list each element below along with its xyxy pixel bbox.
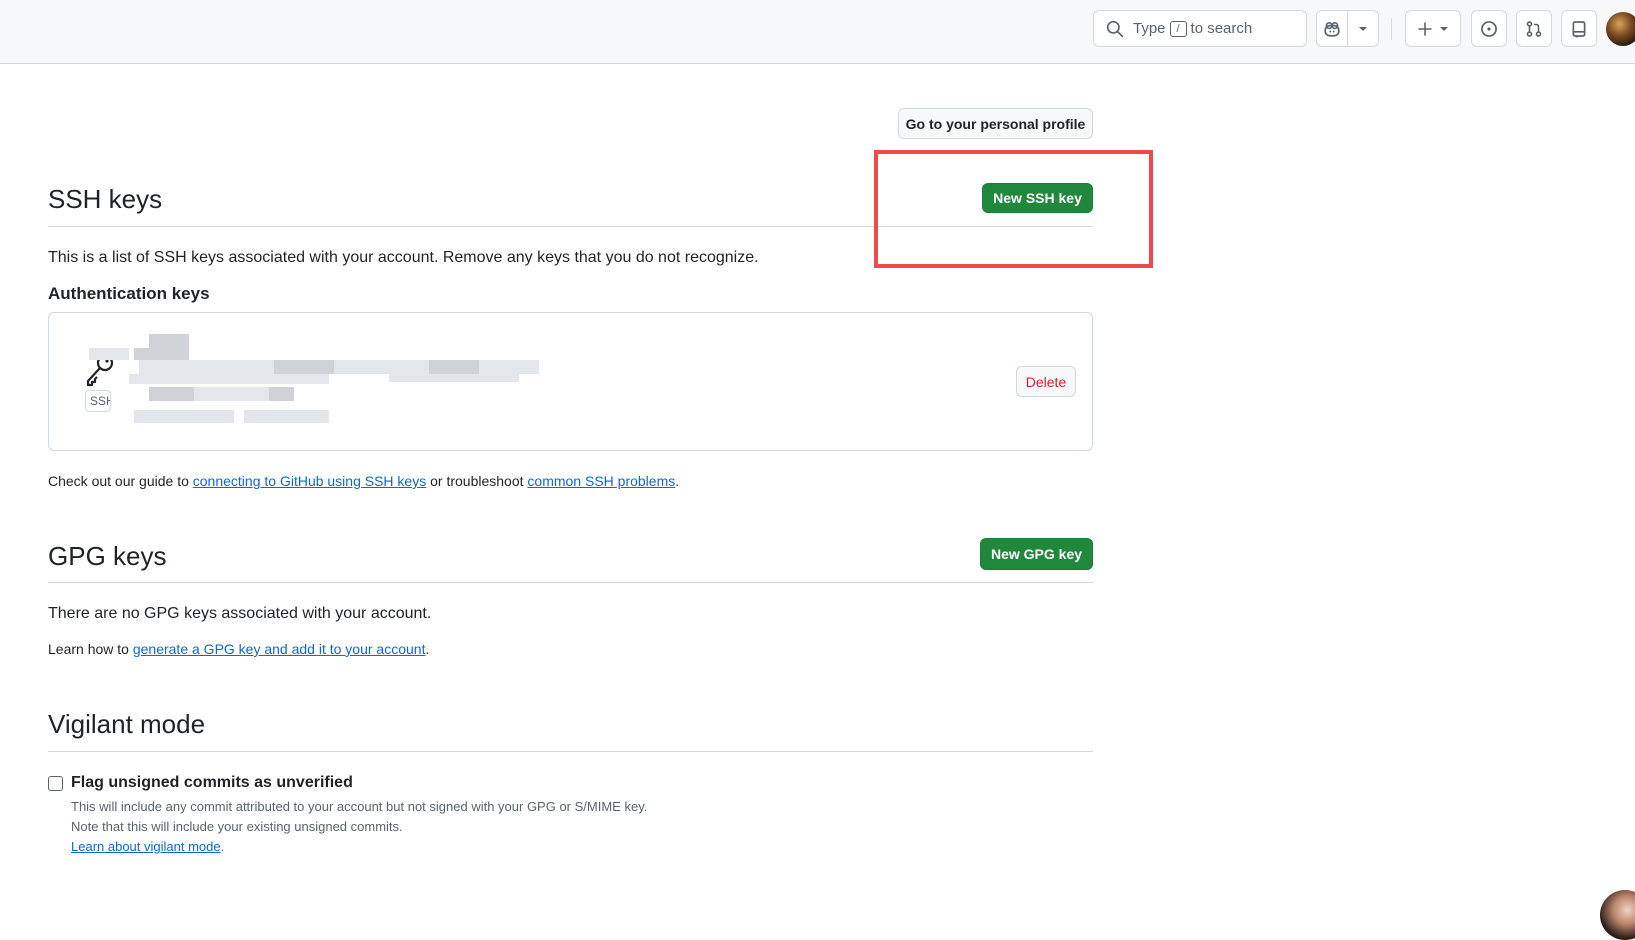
ssh-guide-text: Check out our guide to connecting to Git…: [48, 473, 679, 489]
ssh-description: This is a list of SSH keys associated wi…: [48, 249, 759, 266]
inbox-button[interactable]: [1561, 10, 1597, 47]
ssh-key-type-badge: SSH: [85, 390, 111, 412]
vigilant-learn-text: Learn about vigilant mode.: [71, 839, 224, 854]
ssh-guide-middle: or troubleshoot: [426, 473, 528, 489]
gpg-keys-title: GPG keys: [48, 541, 167, 571]
vigilant-note-2: Note that this will include your existin…: [71, 819, 403, 834]
triangle-down-icon: [1359, 26, 1368, 31]
pull-requests-button[interactable]: [1516, 10, 1552, 47]
common-ssh-problems-link[interactable]: common SSH problems: [527, 473, 675, 489]
create-new-button[interactable]: [1405, 10, 1461, 47]
copilot-button-group: [1316, 10, 1379, 47]
issue-opened-icon: [1481, 20, 1497, 37]
search-icon: [1106, 20, 1124, 37]
gpg-learn-prefix: Learn how to: [48, 641, 133, 657]
gpg-empty-message: There are no GPG keys associated with yo…: [48, 605, 432, 622]
authentication-keys-heading: Authentication keys: [48, 284, 210, 303]
triangle-down-icon: [1440, 26, 1448, 31]
new-gpg-key-button[interactable]: New GPG key: [980, 538, 1093, 570]
copilot-icon: [1324, 21, 1340, 37]
learn-vigilant-mode-link[interactable]: Learn about vigilant mode: [71, 839, 221, 854]
plus-icon: [1418, 21, 1432, 36]
flag-unsigned-label[interactable]: Flag unsigned commits as unverified: [71, 774, 353, 792]
ssh-guide-prefix: Check out our guide to: [48, 473, 193, 489]
search-input[interactable]: Type / to search: [1093, 10, 1307, 47]
header-divider: [1391, 18, 1392, 40]
vigilant-link-suffix: .: [220, 839, 225, 854]
new-ssh-key-button[interactable]: New SSH key: [982, 183, 1093, 213]
inbox-icon: [1572, 20, 1586, 37]
search-prefix: Type: [1133, 20, 1166, 37]
vigilant-divider: [48, 751, 1093, 752]
vigilant-note-1: This will include any commit attributed …: [71, 799, 648, 814]
ssh-divider: [48, 226, 1093, 227]
vigilant-mode-title: Vigilant mode: [48, 709, 206, 739]
search-shortcut-key: /: [1169, 20, 1187, 37]
delete-ssh-key-button[interactable]: Delete: [1016, 366, 1076, 397]
search-suffix: to search: [1190, 20, 1253, 37]
gpg-learn-text: Learn how to generate a GPG key and add …: [48, 641, 429, 657]
user-avatar[interactable]: [1606, 12, 1635, 46]
ssh-key-list-item: SSH Delete: [48, 312, 1093, 451]
ssh-guide-suffix: .: [675, 473, 680, 489]
personal-profile-button[interactable]: Go to your personal profile: [898, 108, 1093, 139]
generate-gpg-key-link[interactable]: generate a GPG key and add it to your ac…: [133, 641, 426, 657]
issues-button[interactable]: [1471, 10, 1507, 47]
floating-avatar[interactable]: [1600, 890, 1635, 940]
connecting-ssh-link[interactable]: connecting to GitHub using SSH keys: [193, 473, 426, 489]
gpg-learn-suffix: .: [425, 641, 430, 657]
git-pull-request-icon: [1526, 20, 1542, 37]
top-header: Type / to search: [0, 0, 1635, 64]
ssh-keys-title: SSH keys: [48, 184, 163, 214]
gpg-divider: [48, 582, 1093, 583]
copilot-menu-button[interactable]: [1347, 11, 1378, 46]
copilot-button[interactable]: [1317, 11, 1347, 46]
flag-unsigned-checkbox[interactable]: [48, 776, 63, 791]
